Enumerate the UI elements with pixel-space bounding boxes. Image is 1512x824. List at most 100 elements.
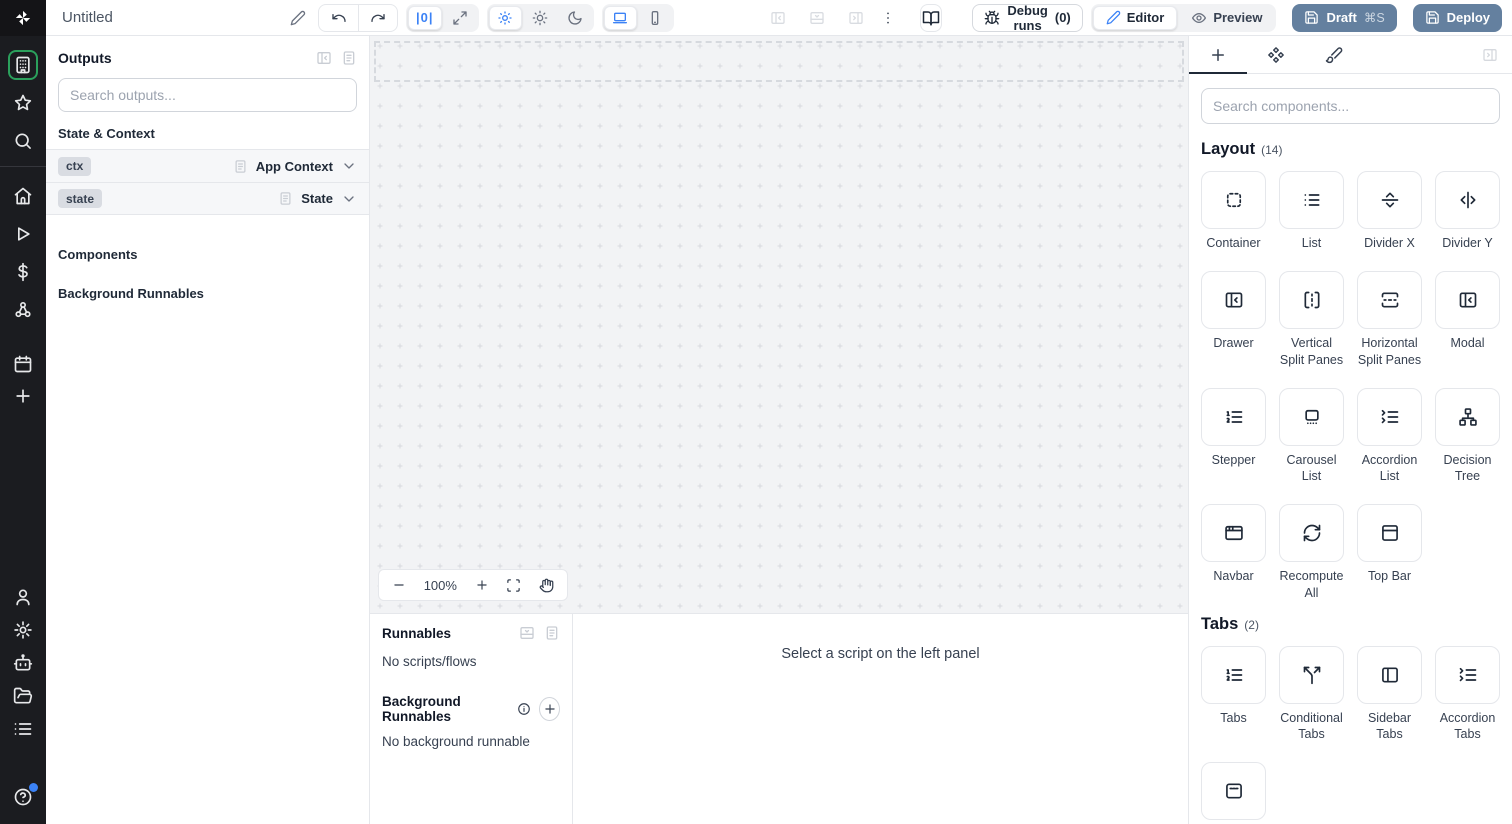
component-item[interactable]: Tabs: [1201, 645, 1266, 743]
fit-screen-button[interactable]: [506, 578, 521, 593]
component-item[interactable]: Conditional Tabs: [1279, 645, 1344, 743]
chevron-down-icon[interactable]: [341, 158, 357, 174]
toggle-left-panel-button[interactable]: [766, 6, 790, 30]
output-row-ctx[interactable]: ctx App Context: [46, 149, 369, 182]
component-item[interactable]: Navbar: [1201, 504, 1266, 601]
rail-building-button[interactable]: [8, 50, 38, 80]
collapse-runnables-button[interactable]: [519, 625, 535, 641]
rail-list-button[interactable]: [8, 714, 38, 744]
component-item[interactable]: Decision Tree: [1435, 387, 1500, 485]
component-card[interactable]: [1279, 271, 1344, 330]
component-item[interactable]: Vertical Split Panes: [1279, 271, 1344, 368]
rail-plus-button[interactable]: [8, 381, 38, 411]
component-card[interactable]: [1435, 645, 1500, 704]
draft-button[interactable]: Draft ⌘S: [1292, 3, 1397, 32]
component-card[interactable]: [1279, 171, 1344, 229]
rail-gear-button[interactable]: [8, 615, 38, 645]
docs-button[interactable]: [919, 3, 943, 32]
mobile-view-button[interactable]: [639, 6, 672, 30]
windmill-logo[interactable]: [0, 0, 46, 36]
rail-calendar-button[interactable]: [8, 349, 38, 379]
component-item[interactable]: Container: [1201, 171, 1266, 251]
rail-home-button[interactable]: [8, 181, 38, 211]
pan-button[interactable]: [539, 578, 554, 593]
rename-button[interactable]: [286, 6, 310, 30]
component-card[interactable]: [1435, 171, 1500, 229]
redo-button[interactable]: [358, 4, 397, 31]
component-card[interactable]: [1279, 504, 1344, 563]
editor-mode-button[interactable]: Editor: [1092, 5, 1178, 30]
component-card[interactable]: [1435, 271, 1500, 330]
component-card[interactable]: [1279, 645, 1344, 704]
component-card[interactable]: [1357, 504, 1422, 563]
tab-component-settings[interactable]: [1247, 36, 1305, 73]
component-card[interactable]: [1357, 171, 1422, 229]
component-card[interactable]: [1357, 271, 1422, 330]
component-card[interactable]: [1201, 271, 1266, 330]
notification-dot: [29, 783, 38, 792]
rail-bot-button[interactable]: [8, 648, 38, 678]
theme-auto-button[interactable]: [488, 5, 522, 30]
desktop-view-button[interactable]: [603, 5, 637, 30]
component-item[interactable]: Modal: [1435, 271, 1500, 368]
chevron-down-icon[interactable]: [341, 191, 357, 207]
tab-insert-component[interactable]: [1189, 36, 1247, 74]
rail-search-button[interactable]: [8, 126, 38, 156]
component-item[interactable]: List: [1279, 171, 1344, 251]
debug-runs-button[interactable]: Debug runs (0): [972, 3, 1083, 33]
rail-dollar-button[interactable]: [8, 257, 38, 287]
help-button[interactable]: [8, 782, 38, 812]
component-item[interactable]: Sidebar Tabs: [1357, 645, 1422, 743]
more-menu-button[interactable]: [876, 6, 900, 30]
component-card[interactable]: [1201, 171, 1266, 229]
component-card[interactable]: [1357, 645, 1422, 704]
component-card[interactable]: [1435, 387, 1500, 446]
component-item[interactable]: Horizontal Split Panes: [1357, 271, 1422, 368]
component-card[interactable]: [1201, 762, 1266, 821]
app-canvas[interactable]: 100%: [370, 36, 1188, 613]
output-row-state[interactable]: state State: [46, 182, 369, 215]
toggle-bottom-panel-button[interactable]: [805, 6, 829, 30]
component-card[interactable]: [1357, 387, 1422, 446]
component-item[interactable]: Carousel List: [1279, 387, 1344, 485]
component-item[interactable]: Stepper: [1201, 387, 1266, 485]
reset-zoom-button[interactable]: |0|: [408, 5, 442, 30]
tab-styling[interactable]: [1305, 36, 1363, 73]
rail-resources-button[interactable]: [8, 295, 38, 325]
plus-icon: [543, 702, 557, 716]
runnables-doc-button[interactable]: [544, 625, 560, 641]
search-components-input[interactable]: [1201, 88, 1500, 124]
rail-user-button[interactable]: [8, 582, 38, 612]
preview-mode-button[interactable]: Preview: [1179, 6, 1274, 30]
component-card[interactable]: [1201, 645, 1266, 704]
theme-dark-button[interactable]: [559, 6, 592, 30]
outputs-doc-button[interactable]: [341, 50, 357, 66]
component-item[interactable]: Divider Y: [1435, 171, 1500, 251]
theme-light-button[interactable]: [524, 6, 557, 30]
search-outputs-input[interactable]: [58, 78, 357, 112]
component-card[interactable]: [1201, 504, 1266, 563]
zoom-out-button[interactable]: [392, 578, 406, 592]
component-item[interactable]: Divider X: [1357, 171, 1422, 251]
deploy-button[interactable]: Deploy: [1412, 3, 1502, 32]
component-item[interactable]: Drawer: [1201, 271, 1266, 368]
component-item[interactable]: Top Bar: [1357, 504, 1422, 601]
rail-star-button[interactable]: [8, 88, 38, 118]
collapse-outputs-button[interactable]: [316, 50, 332, 66]
undo-button[interactable]: [319, 5, 358, 31]
collapse-components-button[interactable]: [1478, 43, 1502, 67]
fit-view-button[interactable]: [444, 6, 477, 30]
component-item[interactable]: [1201, 762, 1266, 824]
canvas-dropzone[interactable]: [374, 41, 1184, 82]
component-card[interactable]: [1201, 387, 1266, 446]
add-background-runnable-button[interactable]: [539, 697, 560, 721]
rail-play-button[interactable]: [8, 219, 38, 249]
runnables-list: Runnables No scripts/flows Background Ru…: [370, 614, 573, 824]
component-item[interactable]: Accordion Tabs: [1435, 645, 1500, 743]
component-item[interactable]: Accordion List: [1357, 387, 1422, 485]
zoom-in-button[interactable]: [475, 578, 489, 592]
component-item[interactable]: Recompute All: [1279, 504, 1344, 601]
toggle-right-panel-button[interactable]: [844, 6, 868, 30]
component-card[interactable]: [1279, 387, 1344, 446]
rail-folder-open-button[interactable]: [8, 681, 38, 711]
